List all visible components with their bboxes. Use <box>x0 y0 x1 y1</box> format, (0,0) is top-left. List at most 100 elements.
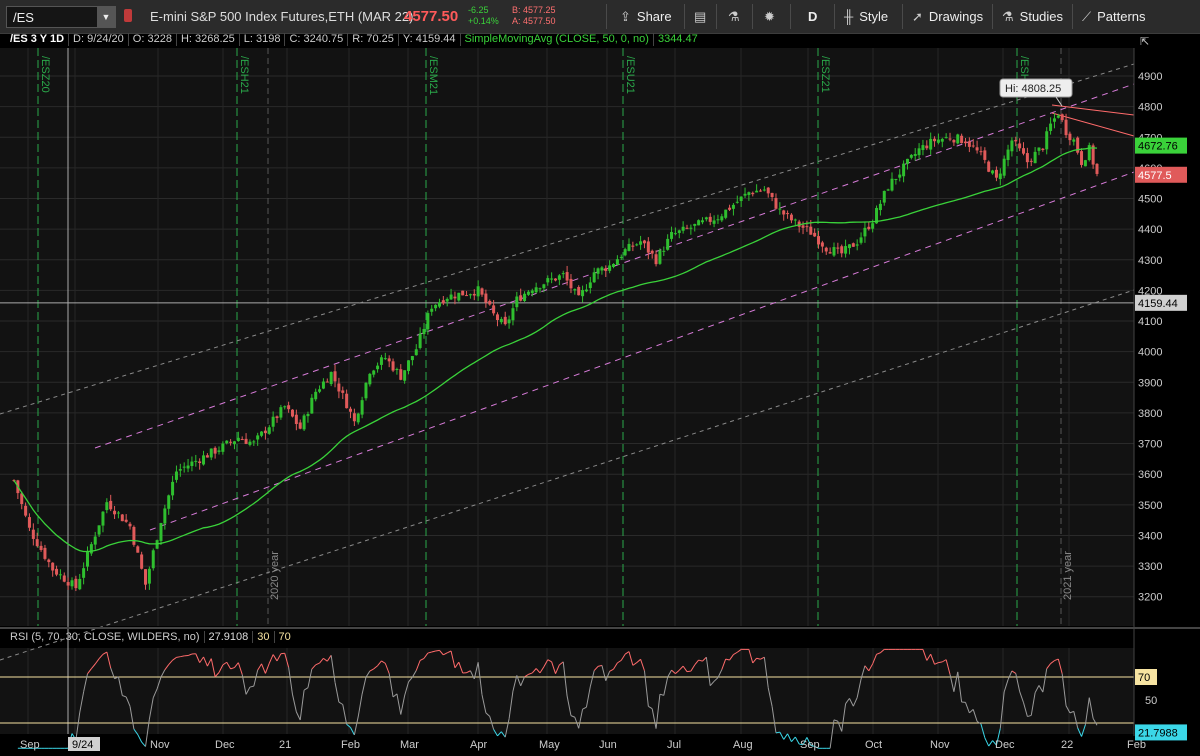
trend-channels <box>0 63 1135 661</box>
rsi-segment <box>969 709 974 714</box>
rsi-segment <box>582 706 587 710</box>
rsi-segment <box>926 653 932 661</box>
channel-lower <box>149 171 1135 531</box>
rsi-segment <box>164 664 170 671</box>
candle-body <box>786 213 790 215</box>
rsi-segment <box>90 663 96 669</box>
x-tick-label: 22 <box>1061 739 1073 751</box>
chart-canvas[interactable]: /ESZ20/ESH21/ESM21/ESU21/ESZ21/ESH222020… <box>0 0 1200 756</box>
candle-body <box>449 294 453 300</box>
rsi-segment <box>264 663 270 674</box>
rsi-segment <box>705 657 711 686</box>
candle-body <box>902 163 906 177</box>
x-tick-label: Feb <box>341 739 360 751</box>
rsi-level-tag: 70 <box>1138 672 1150 684</box>
x-tick-label: Sep <box>800 739 820 751</box>
rsi-segment <box>775 731 780 734</box>
candle-body <box>712 220 716 224</box>
candle-body <box>805 226 809 228</box>
rsi-segment <box>1073 711 1079 728</box>
y-tick-label: 3900 <box>1138 377 1162 389</box>
rsi-segment <box>829 719 835 749</box>
grid <box>0 48 1134 734</box>
rsi-segment <box>319 658 324 664</box>
expiration-label: /ESM21 <box>427 56 439 95</box>
rsi-segment <box>528 672 533 675</box>
rsi-segment <box>1038 685 1044 693</box>
candle-body <box>109 500 113 510</box>
rsi-segment <box>295 711 301 721</box>
candle-body <box>817 236 821 245</box>
rsi-segment <box>234 662 239 668</box>
candle-body <box>1022 148 1026 154</box>
candle-body <box>604 268 608 271</box>
rsi-segment <box>1057 658 1063 674</box>
candle-body <box>588 282 592 289</box>
rsi-segment <box>578 709 584 729</box>
candle-body <box>557 275 561 280</box>
rsi-segment <box>1077 727 1082 737</box>
rsi-segment <box>288 667 293 695</box>
rsi-segment <box>206 658 212 667</box>
rsi-segment <box>361 677 367 695</box>
rsi-segment <box>381 660 386 664</box>
candle-body <box>666 238 670 250</box>
scale-settings-icon[interactable]: ⇱ <box>1140 36 1149 48</box>
candle-body <box>426 313 430 330</box>
candle-body <box>1033 151 1037 164</box>
candle-body <box>140 554 144 569</box>
rsi-segment <box>195 653 201 663</box>
rsi-segment <box>125 696 131 707</box>
rsi-segment <box>497 731 502 737</box>
rsi-segment <box>748 649 754 664</box>
rsi-segment <box>559 661 564 666</box>
rsi-segment <box>369 668 374 672</box>
candle-body <box>244 438 248 444</box>
rsi-segment <box>852 697 858 707</box>
rsi-segment <box>980 723 986 738</box>
candle-body <box>820 242 824 247</box>
rsi-segment <box>423 652 429 659</box>
rsi-lines <box>0 648 1134 749</box>
rsi-segment <box>779 731 785 740</box>
candle-body <box>948 138 952 140</box>
rsi-segment <box>180 655 185 658</box>
rsi-segment <box>512 675 518 692</box>
candle-body <box>368 373 372 385</box>
rsi-segment <box>570 715 576 718</box>
rsi-segment <box>601 665 607 681</box>
candle-body <box>229 441 233 443</box>
candle-body <box>758 190 762 192</box>
rsi-segment <box>276 653 282 662</box>
candle-body <box>314 391 318 400</box>
rsi-segment <box>628 651 634 666</box>
candle-body <box>167 495 171 509</box>
candle-body <box>824 247 828 252</box>
rsi-segment <box>458 662 464 674</box>
candle-body <box>240 439 244 441</box>
candle-body <box>983 150 987 160</box>
candle-body <box>236 437 240 442</box>
expiration-label: /ESH21 <box>238 56 250 94</box>
rsi-segment <box>245 686 251 695</box>
candle-body <box>151 550 155 569</box>
rsi-segment <box>133 728 139 735</box>
candle-body <box>147 568 151 584</box>
rsi-segment <box>268 654 274 664</box>
rsi-segment <box>945 659 951 675</box>
candle-body <box>623 249 627 256</box>
rsi-segment <box>373 665 378 670</box>
rsi-segment <box>168 659 173 665</box>
candle-body <box>859 237 863 243</box>
rsi-segment <box>709 680 715 687</box>
candle-body <box>113 510 117 515</box>
candle-body <box>1041 148 1045 150</box>
rsi-segment <box>585 686 591 708</box>
candle-body <box>341 390 345 393</box>
rsi-segment <box>845 698 850 704</box>
rsi-segment <box>199 656 204 663</box>
rsi-segment <box>334 682 340 703</box>
rsi-segment <box>357 693 363 717</box>
rsi-segment <box>763 657 769 688</box>
candle-body <box>434 304 438 309</box>
